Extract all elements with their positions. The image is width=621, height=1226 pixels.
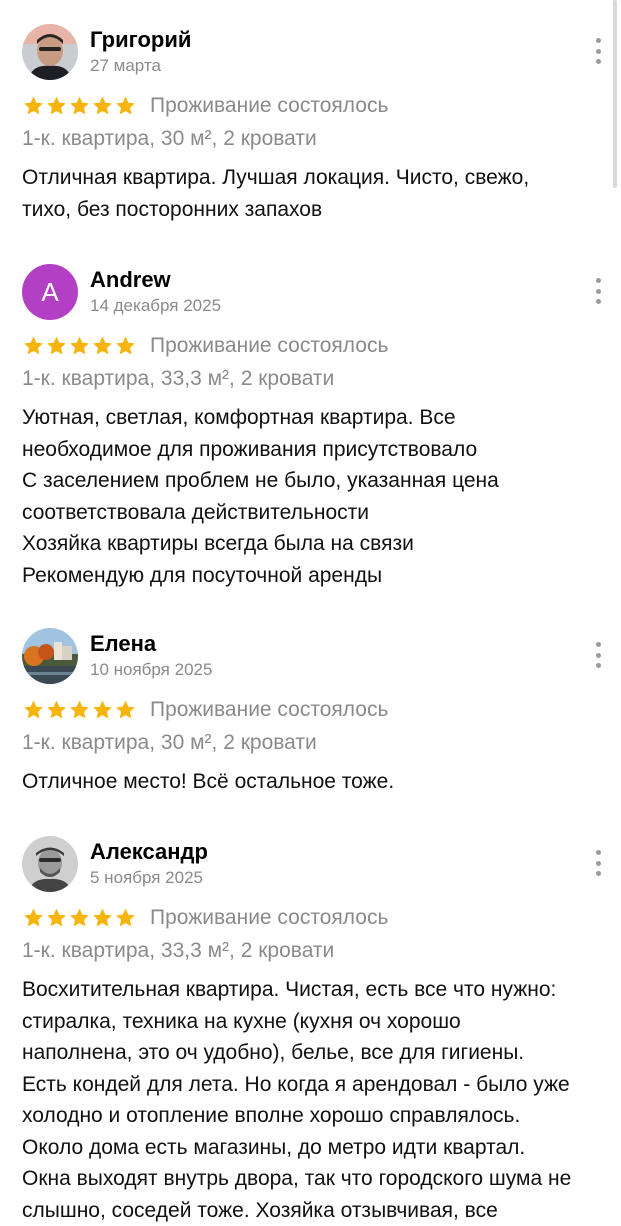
review-date: 27 марта xyxy=(90,56,161,76)
star-rating xyxy=(22,335,142,357)
star-icon xyxy=(91,335,114,357)
rating-row: Проживание состоялось xyxy=(22,696,602,724)
review-card: Александр 5 ноября 2025 Проживание состо… xyxy=(22,836,602,1226)
review-text-line: Отличная квартира. Лучшая локация. Чисто… xyxy=(22,162,602,194)
review-text-line: холодно и отопление вполне хорошо справл… xyxy=(22,1100,602,1132)
star-icon xyxy=(114,699,137,721)
rating-row: Проживание состоялось xyxy=(22,332,602,360)
review-text-line: Окна выходят внутрь двора, так что город… xyxy=(22,1163,602,1195)
rating-row: Проживание состоялось xyxy=(22,904,602,932)
star-icon xyxy=(22,699,45,721)
stay-status: Проживание состоялось xyxy=(150,698,388,722)
star-icon xyxy=(91,699,114,721)
review-text-line: стиралка, техника на кухне (кухня оч хор… xyxy=(22,1006,602,1038)
review-text: Отличная квартира. Лучшая локация. Чисто… xyxy=(22,162,602,225)
more-options-icon[interactable] xyxy=(590,38,606,64)
more-options-icon[interactable] xyxy=(590,642,606,668)
star-icon xyxy=(22,335,45,357)
star-icon xyxy=(68,95,91,117)
star-icon xyxy=(45,335,68,357)
star-icon xyxy=(114,95,137,117)
star-rating xyxy=(22,95,142,117)
star-icon xyxy=(91,95,114,117)
review-text-line: Есть кондей для лета. Но когда я арендов… xyxy=(22,1069,602,1101)
review-text-line: Восхитительная квартира. Чистая, есть вс… xyxy=(22,974,602,1006)
scrollbar[interactable] xyxy=(613,0,617,188)
review-card: A Andrew 14 декабря 2025 Проживание сост… xyxy=(22,264,602,591)
more-options-icon[interactable] xyxy=(590,850,606,876)
star-icon xyxy=(68,699,91,721)
review-text: Отличное место! Всё остальное тоже. xyxy=(22,766,602,798)
review-text-line: Рекомендую для посуточной аренды xyxy=(22,560,602,592)
star-icon xyxy=(45,907,68,929)
review-date: 5 ноября 2025 xyxy=(90,868,203,888)
reviewer-name[interactable]: Александр xyxy=(90,839,208,865)
review-text-line: наполнена, это оч удобно), белье, все дл… xyxy=(22,1037,602,1069)
review-text-line: необходимое для проживания присутствовал… xyxy=(22,434,602,466)
review-header: A Andrew 14 декабря 2025 xyxy=(22,264,602,320)
review-header: Александр 5 ноября 2025 xyxy=(22,836,602,892)
review-header: Григорий 27 марта xyxy=(22,24,602,80)
stay-status: Проживание состоялось xyxy=(150,334,388,358)
review-text-line: соответствовала действительности xyxy=(22,497,602,529)
review-text-line: Уютная, светлая, комфортная квартира. Вс… xyxy=(22,402,602,434)
avatar[interactable] xyxy=(22,24,78,80)
avatar[interactable] xyxy=(22,836,78,892)
stay-status: Проживание состоялось xyxy=(150,906,388,930)
reviewer-name[interactable]: Andrew xyxy=(90,267,171,293)
apartment-info: 1-к. квартира, 30 м², 2 кровати xyxy=(22,124,602,154)
review-text: Уютная, светлая, комфортная квартира. Вс… xyxy=(22,402,602,591)
star-icon xyxy=(114,335,137,357)
review-text-line: Хозяйка квартиры всегда была на связи xyxy=(22,528,602,560)
apartment-info: 1-к. квартира, 33,3 м², 2 кровати xyxy=(22,936,602,966)
star-rating xyxy=(22,907,142,929)
reviewer-name[interactable]: Григорий xyxy=(90,27,191,53)
more-options-icon[interactable] xyxy=(590,278,606,304)
avatar[interactable]: A xyxy=(22,264,78,320)
review-text-line: Около дома есть магазины, до метро идти … xyxy=(22,1132,602,1164)
star-icon xyxy=(22,95,45,117)
star-icon xyxy=(45,699,68,721)
review-text-line: тихо, без посторонних запахов xyxy=(22,194,602,226)
star-icon xyxy=(91,907,114,929)
review-text-line: Отличное место! Всё остальное тоже. xyxy=(22,766,602,798)
star-rating xyxy=(22,699,142,721)
review-card: Елена 10 ноября 2025 Проживание состояло… xyxy=(22,628,602,798)
star-icon xyxy=(68,335,91,357)
reviewer-name[interactable]: Елена xyxy=(90,631,156,657)
star-icon xyxy=(114,907,137,929)
apartment-info: 1-к. квартира, 33,3 м², 2 кровати xyxy=(22,364,602,394)
star-icon xyxy=(22,907,45,929)
review-date: 14 декабря 2025 xyxy=(90,296,221,316)
review-text-line: слышно, соседей тоже. Хозяйка отзывчивая… xyxy=(22,1195,602,1226)
review-date: 10 ноября 2025 xyxy=(90,660,212,680)
apartment-info: 1-к. квартира, 30 м², 2 кровати xyxy=(22,728,602,758)
star-icon xyxy=(68,907,91,929)
avatar[interactable] xyxy=(22,628,78,684)
review-text: Восхитительная квартира. Чистая, есть вс… xyxy=(22,974,602,1226)
stay-status: Проживание состоялось xyxy=(150,94,388,118)
star-icon xyxy=(45,95,68,117)
review-text-line: С заселением проблем не было, указанная … xyxy=(22,465,602,497)
review-card: Григорий 27 марта Проживание состоялось … xyxy=(22,24,602,225)
review-header: Елена 10 ноября 2025 xyxy=(22,628,602,684)
rating-row: Проживание состоялось xyxy=(22,92,602,120)
